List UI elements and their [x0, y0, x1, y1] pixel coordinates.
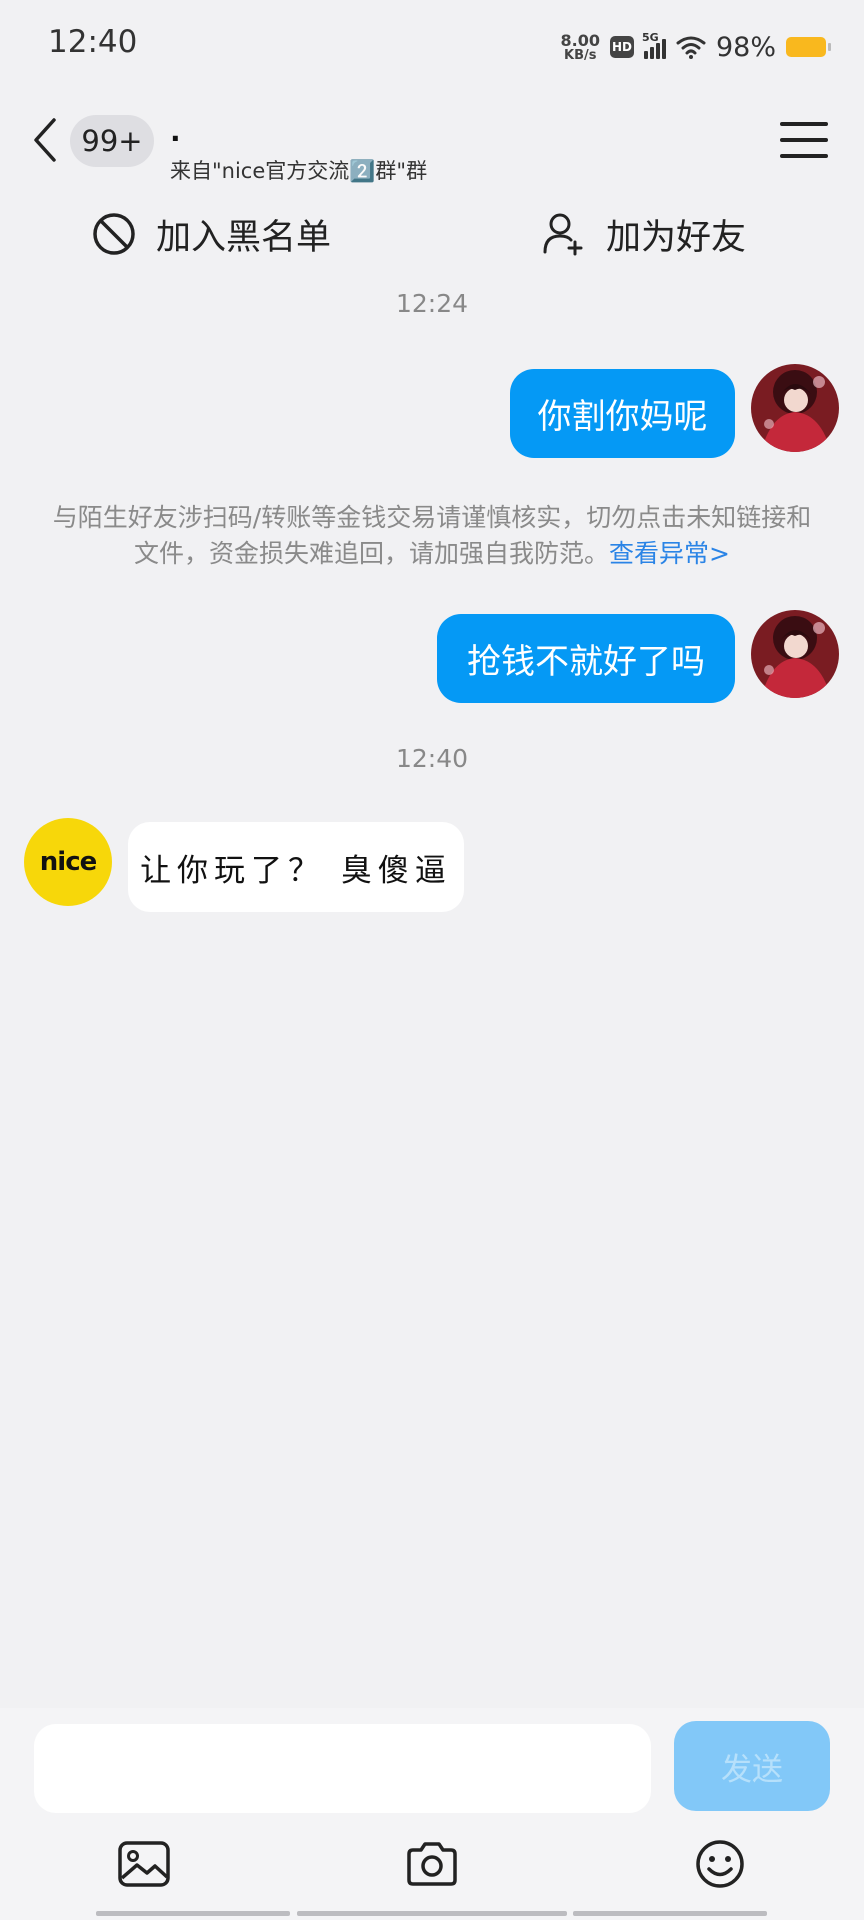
- safety-notice: 与陌生好友涉扫码/转账等金钱交易请谨慎核实，切勿点击未知链接和文件，资金损失难追…: [50, 500, 814, 572]
- signal-icon: 5G: [642, 31, 666, 59]
- nav-indicator: [573, 1911, 767, 1916]
- hd-icon: HD: [609, 36, 634, 58]
- add-user-icon: [543, 213, 583, 256]
- emoji-button[interactable]: [692, 1836, 748, 1892]
- nav-indicator: [297, 1911, 567, 1916]
- menu-icon-line: [780, 154, 828, 158]
- network-type: 5G: [641, 31, 659, 44]
- add-friend-button[interactable]: 加为好友: [542, 204, 746, 264]
- back-icon: [34, 118, 56, 162]
- chat-title: ·: [170, 122, 181, 155]
- camera-icon: [407, 1842, 457, 1886]
- battery-icon: [786, 37, 831, 57]
- message-timestamp: 12:24: [395, 289, 469, 318]
- net-speed: 8.00 KB/s: [561, 32, 600, 62]
- view-anomaly-link[interactable]: 查看异常>: [609, 539, 730, 568]
- camera-button[interactable]: [404, 1836, 460, 1892]
- nav-indicator: [96, 1911, 290, 1916]
- block-icon: [93, 213, 135, 255]
- message-input[interactable]: [34, 1724, 651, 1813]
- menu-icon-line: [780, 138, 828, 142]
- emoji-icon: [696, 1840, 744, 1888]
- chat-subtitle: 来自"nice官方交流2️⃣群"群: [170, 159, 428, 183]
- incoming-message-bubble[interactable]: 让你玩了？ 臭傻逼: [128, 822, 464, 912]
- message-timestamp: 12:40: [395, 744, 469, 773]
- battery-percent: 98%: [715, 31, 776, 63]
- unread-badge[interactable]: 99+: [70, 115, 154, 167]
- outgoing-message-bubble[interactable]: 你割你妈呢: [510, 369, 735, 458]
- my-avatar[interactable]: [751, 364, 839, 452]
- my-avatar[interactable]: [751, 610, 839, 698]
- menu-button[interactable]: [780, 118, 828, 162]
- status-time: 12:40: [48, 24, 138, 60]
- add-friend-label: 加为好友: [606, 217, 747, 258]
- image-button[interactable]: [116, 1836, 172, 1892]
- back-button[interactable]: [26, 114, 64, 166]
- add-to-blacklist-button[interactable]: 加入黑名单: [92, 204, 331, 264]
- menu-icon-line: [780, 122, 828, 126]
- net-speed-value: 8.00: [560, 31, 600, 50]
- add-to-blacklist-label: 加入黑名单: [156, 217, 332, 258]
- peer-avatar[interactable]: nice: [24, 818, 112, 906]
- wifi-icon: [676, 36, 706, 59]
- status-indicators: 8.00 KB/s HD 5G 98%: [561, 24, 831, 70]
- send-button[interactable]: 发送: [674, 1721, 830, 1811]
- net-speed-unit: KB/s: [564, 48, 597, 63]
- outgoing-message-bubble[interactable]: 抢钱不就好了吗: [437, 614, 735, 703]
- image-icon: [118, 1841, 170, 1887]
